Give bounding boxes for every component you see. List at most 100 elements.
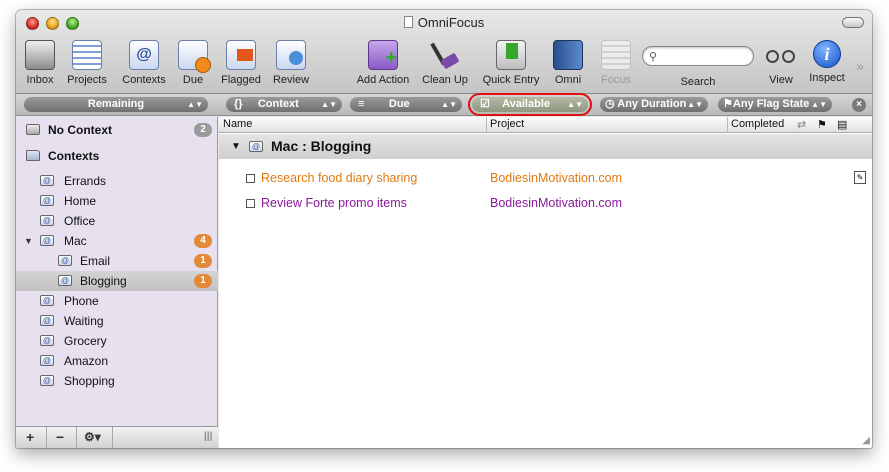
popup-arrows-icon: ▲▼ xyxy=(567,100,583,109)
sidebar-item-amazon[interactable]: @ Amazon xyxy=(16,351,218,371)
task-name[interactable]: Research food diary sharing xyxy=(261,167,417,189)
review-icon xyxy=(276,40,306,70)
title-bar: OmniFocus Inbox Projects @ Contexts Due … xyxy=(16,10,872,94)
context-at-icon: @ xyxy=(40,375,54,386)
toolbar-flagged-button[interactable]: Flagged xyxy=(218,40,264,90)
task-name[interactable]: Review Forte promo items xyxy=(261,192,407,214)
grouping-popup[interactable]: {} Context ▲▼ xyxy=(226,97,342,112)
add-action-icon: + xyxy=(368,40,398,70)
popup-arrows-icon: ▲▼ xyxy=(687,100,703,109)
repeat-icon[interactable]: ⇄ xyxy=(797,118,806,131)
context-at-icon: @ xyxy=(40,235,54,246)
flag-filter-popup[interactable]: ⚑Any Flag State ▲▼ xyxy=(718,97,832,112)
column-name-header[interactable]: Name xyxy=(223,118,252,130)
divider xyxy=(46,427,47,448)
sidebar-item-home[interactable]: @ Home xyxy=(16,191,218,211)
note-icon[interactable]: ✎ xyxy=(854,171,866,184)
clock-icon: ◷ xyxy=(605,98,615,110)
add-context-button[interactable]: + xyxy=(26,429,34,445)
task-row[interactable]: Review Forte promo items BodiesinMotivat… xyxy=(219,192,872,214)
checkbox-icon: ☑ xyxy=(480,98,490,110)
sidebar-item-grocery[interactable]: @ Grocery xyxy=(16,331,218,351)
group-header-mac-blogging[interactable]: ▼ @ Mac : Blogging xyxy=(219,134,872,159)
sidebar-contexts-header[interactable]: Contexts xyxy=(16,146,218,166)
disclosure-triangle-icon[interactable]: ▼ xyxy=(24,231,33,251)
search-input[interactable]: ⚲ xyxy=(642,46,754,66)
folder-icon xyxy=(26,150,40,161)
toolbar-inspect-button[interactable]: i Inspect xyxy=(806,40,848,90)
column-completed-header[interactable]: Completed xyxy=(731,118,784,130)
context-sidebar: No Context 2 Contexts @ Errands @ Home @… xyxy=(16,117,218,448)
task-checkbox[interactable] xyxy=(246,199,255,208)
broom-icon xyxy=(430,40,460,70)
toolbar-review-button[interactable]: Review xyxy=(270,40,312,90)
contexts-at-icon: @ xyxy=(129,40,159,70)
sidebar-item-mac[interactable]: ▼ @ Mac 4 xyxy=(16,231,218,251)
divider xyxy=(727,117,728,133)
quick-entry-icon xyxy=(496,40,526,70)
count-badge: 4 xyxy=(194,234,212,248)
toolbar-clean-up-button[interactable]: Clean Up xyxy=(420,40,470,90)
toolbar-due-button[interactable]: Due xyxy=(176,40,211,90)
toolbar-omni-button[interactable]: Omni xyxy=(550,40,586,90)
sidebar-item-email[interactable]: @ Email 1 xyxy=(16,251,218,271)
sidebar-item-errands[interactable]: @ Errands xyxy=(16,171,218,191)
task-row[interactable]: Research food diary sharing BodiesinMoti… xyxy=(219,167,872,189)
resize-grip-icon[interactable]: ◢ xyxy=(862,435,870,446)
task-checkbox[interactable] xyxy=(246,174,255,183)
toolbar-quick-entry-button[interactable]: Quick Entry xyxy=(478,40,544,90)
sidebar-bottom-bar: + − ⚙▾ ||| xyxy=(16,426,218,448)
toolbar-focus-button[interactable]: Focus xyxy=(598,40,634,90)
column-project-header[interactable]: Project xyxy=(490,118,524,130)
context-at-icon: @ xyxy=(249,141,263,152)
context-at-icon: @ xyxy=(58,255,72,266)
context-at-icon: @ xyxy=(40,295,54,306)
context-at-icon: @ xyxy=(40,355,54,366)
sort-lines-icon: ≡ xyxy=(358,98,365,110)
filter-bar: Remaining ▲▼ {} Context ▲▼ ≡ Due ▲▼ ☑ Avail… xyxy=(16,93,872,116)
task-project[interactable]: BodiesinMotivation.com xyxy=(490,167,622,189)
divider xyxy=(76,427,77,448)
note-column-icon[interactable]: ▤ xyxy=(837,118,847,131)
gear-icon[interactable]: ⚙▾ xyxy=(84,430,101,444)
sidebar-item-blogging[interactable]: @ Blogging 1 xyxy=(16,271,218,291)
divider xyxy=(486,117,487,133)
status-filter-popup[interactable]: ☑ Available ▲▼ xyxy=(468,93,592,116)
flag-icon xyxy=(226,40,256,70)
view-glasses-icon xyxy=(766,40,796,70)
flag-column-icon[interactable]: ⚑ xyxy=(817,118,827,131)
sidebar-item-waiting[interactable]: @ Waiting xyxy=(16,311,218,331)
toolbar-view-button[interactable]: View xyxy=(764,40,798,90)
popup-arrows-icon: ▲▼ xyxy=(187,100,203,109)
window-title: OmniFocus xyxy=(16,15,872,30)
toolbar-add-action-button[interactable]: + Add Action xyxy=(352,40,414,90)
context-at-icon: @ xyxy=(58,275,72,286)
focus-icon xyxy=(601,40,631,70)
clear-filters-icon[interactable]: × xyxy=(852,98,866,112)
sidebar-item-no-context[interactable]: No Context 2 xyxy=(16,120,218,140)
sidebar-item-shopping[interactable]: @ Shopping xyxy=(16,371,218,391)
disclosure-triangle-icon[interactable]: ▼ xyxy=(231,134,241,159)
inspect-info-icon: i xyxy=(813,40,841,68)
splitter-handle-icon[interactable]: ||| xyxy=(204,431,212,442)
task-project[interactable]: BodiesinMotivation.com xyxy=(490,192,622,214)
sidebar-item-phone[interactable]: @ Phone xyxy=(16,291,218,311)
sidebar-item-office[interactable]: @ Office xyxy=(16,211,218,231)
toolbar-toggle-button[interactable] xyxy=(842,17,864,28)
context-waiting-icon: @ xyxy=(40,315,54,326)
count-badge: 1 xyxy=(194,254,212,268)
duration-filter-popup[interactable]: ◷ Any Duration ▲▼ xyxy=(600,97,708,112)
count-badge: 1 xyxy=(194,274,212,288)
sidebar-filter-popup[interactable]: Remaining ▲▼ xyxy=(24,97,208,112)
toolbar-contexts-button[interactable]: @ Contexts xyxy=(118,40,170,90)
context-at-icon: @ xyxy=(40,335,54,346)
braces-icon: {} xyxy=(234,98,243,110)
sorting-popup[interactable]: ≡ Due ▲▼ xyxy=(350,97,462,112)
toolbar-projects-button[interactable]: Projects xyxy=(64,40,110,90)
popup-arrows-icon: ▲▼ xyxy=(441,100,457,109)
due-clock-icon xyxy=(178,40,211,73)
main-outline: Name Project Completed ⇄ ⚑ ▤ ▼ @ Mac : B… xyxy=(219,117,872,448)
context-at-icon: @ xyxy=(40,215,54,226)
remove-context-button[interactable]: − xyxy=(56,429,64,445)
toolbar-inbox-button[interactable]: Inbox xyxy=(22,40,58,90)
